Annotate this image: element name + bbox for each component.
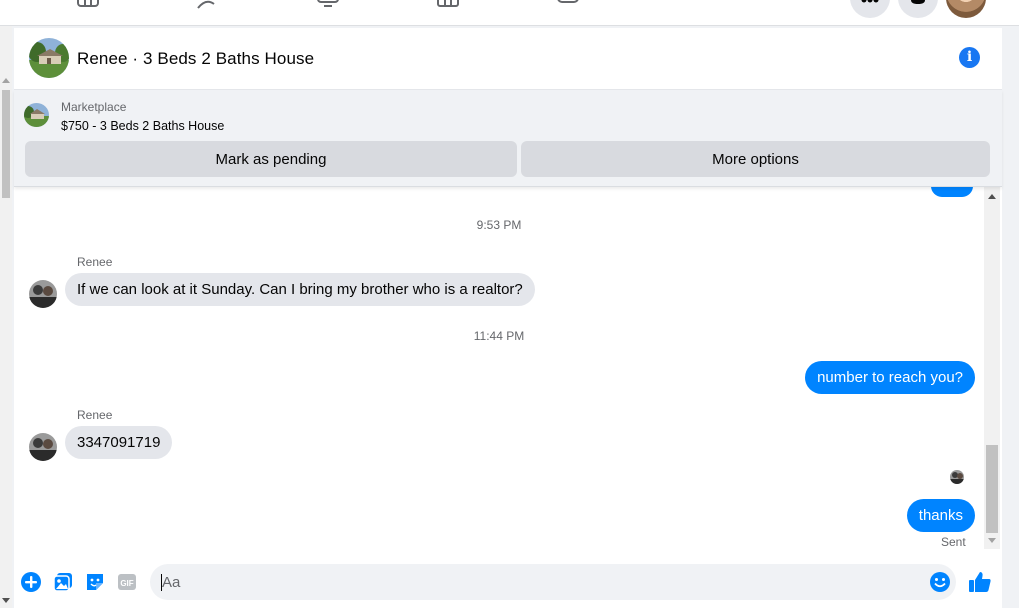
watch-icon[interactable] xyxy=(76,0,100,10)
sticker-icon[interactable] xyxy=(84,571,106,593)
timestamp: 11:44 PM xyxy=(473,329,525,343)
friends-icon[interactable] xyxy=(196,0,220,10)
message-list: 9:53 PM Renee If we can look at it Sunda… xyxy=(14,187,984,555)
scroll-down-arrow[interactable] xyxy=(988,538,996,543)
marketplace-icon[interactable] xyxy=(436,0,460,10)
message-input[interactable] xyxy=(150,564,956,600)
outgoing-message[interactable]: number to reach you? xyxy=(805,361,975,394)
scroll-up-arrow[interactable] xyxy=(2,78,10,83)
listing-title[interactable]: $750 - 3 Beds 2 Baths House xyxy=(61,119,224,133)
more-options-button[interactable]: More options xyxy=(521,141,990,177)
outgoing-message-partial xyxy=(931,187,973,197)
chat-window: Renee · 3 Beds 2 Baths House i Marketpla… xyxy=(14,28,1002,608)
incoming-message[interactable]: If we can look at it Sunday. Can I bring… xyxy=(65,273,535,306)
groups-icon[interactable] xyxy=(556,0,580,10)
profile-avatar[interactable] xyxy=(946,0,986,18)
emoji-icon[interactable] xyxy=(929,571,951,593)
scrollbar-thumb[interactable] xyxy=(986,445,998,533)
mark-as-pending-button[interactable]: Mark as pending xyxy=(25,141,517,177)
timestamp: 9:53 PM xyxy=(476,218,522,232)
incoming-message[interactable]: 3347091719 xyxy=(65,426,173,459)
outgoing-message[interactable]: thanks xyxy=(906,499,975,532)
listing-thumbnail[interactable] xyxy=(24,103,49,127)
scroll-down-arrow[interactable] xyxy=(2,598,10,603)
gif-icon[interactable]: GIF xyxy=(116,571,138,593)
avatar[interactable] xyxy=(29,433,57,461)
gif-label: GIF xyxy=(120,579,133,588)
top-navigation xyxy=(0,0,1019,26)
message-status: Sent xyxy=(941,535,966,549)
marketplace-label: Marketplace xyxy=(61,100,127,114)
sender-name: Renee xyxy=(77,255,113,269)
menu-grid-icon[interactable] xyxy=(850,0,890,18)
conversation-title[interactable]: Renee · 3 Beds 2 Baths House xyxy=(77,49,314,69)
gaming-tv-icon[interactable] xyxy=(316,0,340,10)
photo-icon[interactable] xyxy=(52,571,74,593)
chat-header: Renee · 3 Beds 2 Baths House i xyxy=(14,28,1002,90)
text-cursor xyxy=(161,574,162,591)
info-icon[interactable]: i xyxy=(959,47,980,68)
message-composer: GIF xyxy=(14,558,1002,608)
marketplace-panel: Marketplace $750 - 3 Beds 2 Baths House … xyxy=(14,90,1002,187)
seen-indicator-avatar xyxy=(950,470,964,484)
scrollbar-thumb[interactable] xyxy=(2,90,10,198)
notifications-icon[interactable] xyxy=(898,0,938,18)
scroll-up-arrow[interactable] xyxy=(988,194,996,199)
message-scrollbar[interactable] xyxy=(984,187,1000,549)
listing-avatar[interactable] xyxy=(29,38,69,78)
like-icon[interactable] xyxy=(968,570,992,594)
page-scrollbar[interactable] xyxy=(0,26,12,608)
avatar[interactable] xyxy=(29,280,57,308)
add-icon[interactable] xyxy=(20,571,42,593)
sender-name: Renee xyxy=(77,408,113,422)
